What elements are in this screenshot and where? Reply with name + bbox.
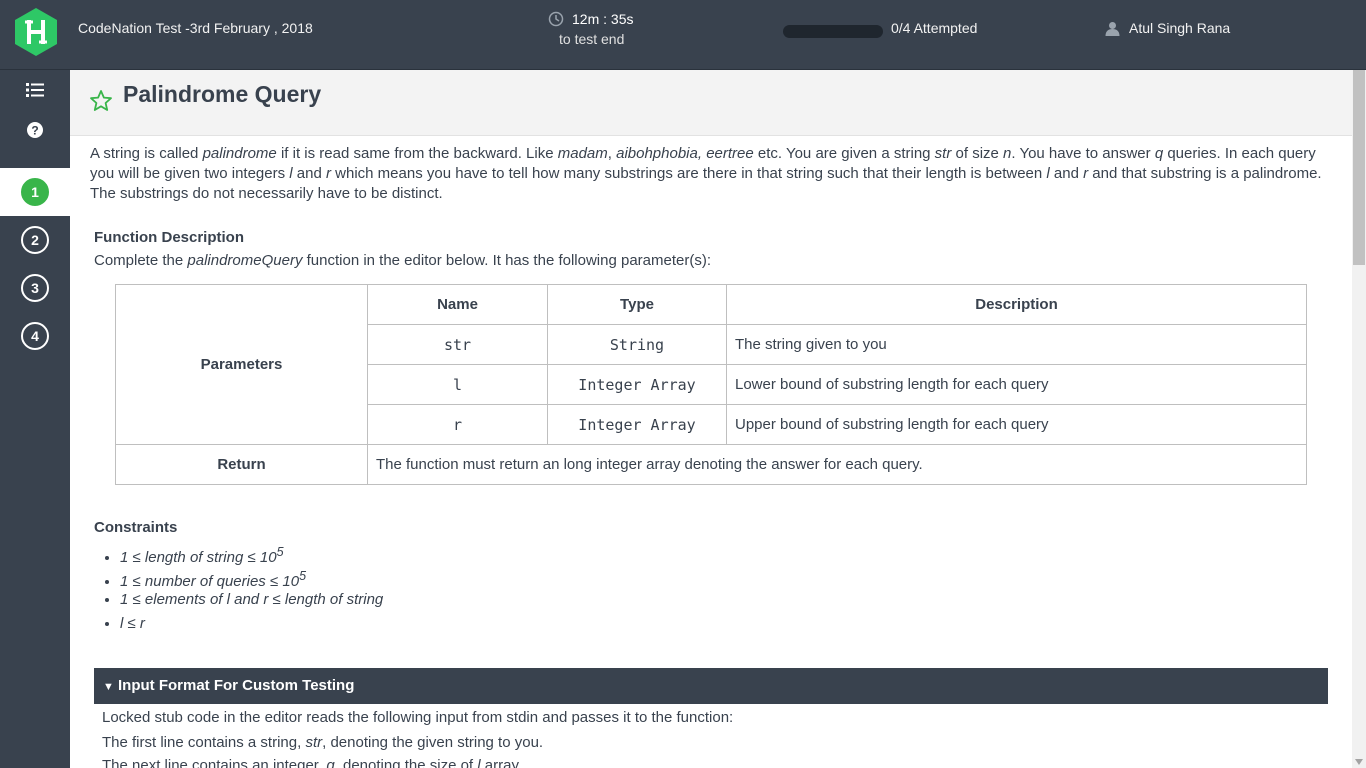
param-type: String [547,324,727,365]
test-title: CodeNation Test -3rd February , 2018 [78,20,313,36]
question-number: 2 [21,226,49,254]
function-description-heading: Function Description [94,229,244,246]
param-description: The string given to you [726,324,1307,365]
scrollbar-thumb[interactable] [1353,70,1365,265]
hackerrank-logo[interactable] [15,8,57,56]
param-name: r [367,404,548,445]
constraint-item: l ≤ r [120,612,383,636]
question-number: 3 [21,274,49,302]
vertical-scrollbar[interactable] [1352,70,1366,768]
question-number: 4 [21,322,49,350]
return-label: Return [115,444,368,485]
attempted-count: 0/4 Attempted [891,20,978,36]
constraint-item: 1 ≤ elements of l and r ≤ length of stri… [120,588,383,612]
problem-title: Palindrome Query [123,81,322,107]
user-icon[interactable] [1105,21,1120,36]
param-type: Integer Array [547,364,727,405]
parameters-table: Parameters Name Type Description str Str… [115,284,1307,485]
param-name: str [367,324,548,365]
problem-content: A string is called palindrome if it is r… [70,136,1352,768]
timer-value: 12m : 35s [572,11,634,27]
param-type: Integer Array [547,404,727,445]
column-header-description: Description [726,284,1307,325]
column-header-name: Name [367,284,548,325]
function-description-text: Complete the palindromeQuery function in… [94,252,712,269]
star-icon[interactable] [89,89,113,113]
scroll-down-arrow-icon[interactable] [1355,759,1363,765]
constraint-item: 1 ≤ number of queries ≤ 105 [120,564,383,590]
input-format-line: Locked stub code in the editor reads the… [102,709,734,726]
help-icon[interactable]: ? [25,120,45,140]
parameters-label: Parameters [115,284,368,445]
sidebar: ? 1 2 3 4 [0,70,70,768]
question-number: 1 [21,178,49,206]
param-description: Upper bound of substring length for each… [726,404,1307,445]
user-name[interactable]: Atul Singh Rana [1129,20,1230,36]
constraints-heading: Constraints [94,519,178,536]
input-format-toggle[interactable]: ▼ Input Format For Custom Testing [94,668,1328,704]
problem-header: Palindrome Query [70,70,1352,136]
svg-text:?: ? [31,124,38,138]
top-bar: CodeNation Test -3rd February , 2018 12m… [0,0,1366,70]
return-description: The function must return an long integer… [367,444,1307,485]
constraint-item: 1 ≤ length of string ≤ 105 [120,540,383,566]
input-format-heading: Input Format For Custom Testing [118,677,355,694]
question-nav-3[interactable]: 3 [0,264,70,312]
constraints-list: 1 ≤ length of string ≤ 105 1 ≤ number of… [120,540,383,636]
list-icon[interactable] [25,80,45,100]
clock-icon [548,11,564,27]
timer-caption: to test end [559,31,625,47]
problem-statement: A string is called palindrome if it is r… [90,145,1322,202]
param-description: Lower bound of substring length for each… [726,364,1307,405]
input-format-line: The next line contains an integer, q, de… [102,757,523,768]
question-nav-1[interactable]: 1 [0,168,70,216]
return-row: Return The function must return an long … [115,444,1307,485]
param-name: l [367,364,548,405]
question-nav-4[interactable]: 4 [0,312,70,360]
input-format-line: The first line contains a string, str, d… [102,734,544,751]
question-nav-2[interactable]: 2 [0,216,70,264]
caret-down-icon: ▼ [103,681,114,693]
column-header-type: Type [547,284,727,325]
progress-bar [783,25,883,38]
